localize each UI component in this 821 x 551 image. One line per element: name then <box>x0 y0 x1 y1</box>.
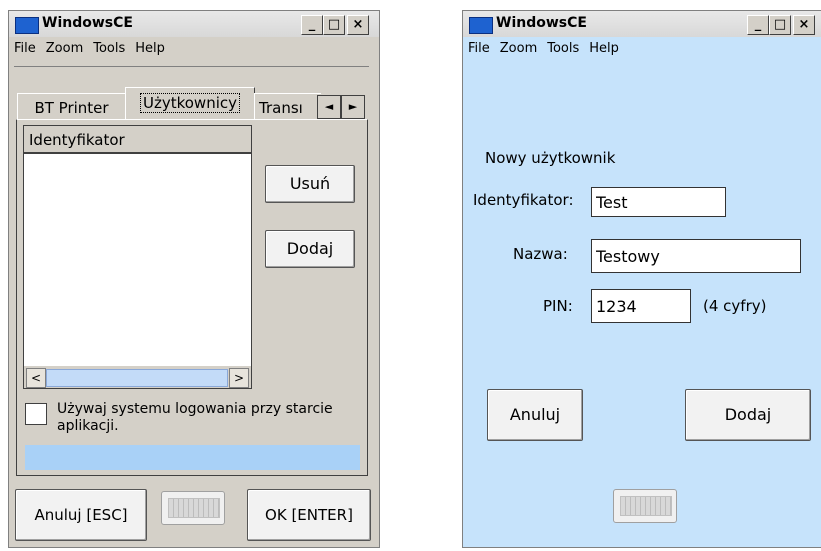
add-button[interactable]: Dodaj <box>265 230 355 268</box>
scroll-right-icon[interactable]: > <box>229 368 249 388</box>
window-title: WindowsCE <box>42 15 133 31</box>
tab-uzytkownicy-label: Użytkownicy <box>139 93 240 113</box>
pin-input[interactable] <box>591 289 691 323</box>
scroll-left-icon[interactable]: < <box>26 368 46 388</box>
cancel-button[interactable]: Anuluj <box>487 389 583 441</box>
tab-page: Identyfikator < > Usuń Dodaj Używaj syst… <box>16 119 368 476</box>
menu-bar: File Zoom Tools Help <box>9 37 379 63</box>
tab-scroll-left-button[interactable]: ◄ <box>317 95 341 119</box>
menu-zoom[interactable]: Zoom <box>495 37 542 56</box>
tab-scroll-right-button[interactable]: ► <box>341 95 365 119</box>
user-list[interactable]: Identyfikator < > <box>23 125 252 389</box>
keyboard-icon[interactable] <box>613 489 677 523</box>
keyboard-icon[interactable] <box>161 491 225 525</box>
window-icon <box>469 17 493 34</box>
minimize-button[interactable]: _ <box>747 15 769 35</box>
tab-uzytkownicy[interactable]: Użytkownicy <box>125 87 255 121</box>
pin-label: PIN: <box>543 297 573 315</box>
add-button[interactable]: Dodaj <box>685 389 811 441</box>
cancel-esc-button[interactable]: Anuluj [ESC] <box>15 489 147 541</box>
form-heading: Nowy użytkownik <box>485 149 616 167</box>
tab-bt-printer[interactable]: BT Printer <box>17 93 126 122</box>
menu-help[interactable]: Help <box>130 37 170 56</box>
identyfikator-input[interactable] <box>591 187 726 217</box>
identyfikator-label: Identyfikator: <box>473 191 574 209</box>
left-window: WindowsCE _ □ × File Zoom Tools Help BT Pri… <box>8 10 380 548</box>
close-button[interactable]: × <box>793 15 815 35</box>
window-title: WindowsCE <box>496 15 587 31</box>
menu-file[interactable]: File <box>463 37 495 56</box>
right-window: WindowsCE _ □ × File Zoom Tools Help Nowy u… <box>462 10 821 548</box>
menu-help[interactable]: Help <box>584 37 624 56</box>
maximize-button[interactable]: □ <box>323 15 345 35</box>
login-checkbox-label: Używaj systemu logowania przy starcie ap… <box>57 401 333 434</box>
status-strip <box>25 445 360 470</box>
minimize-button[interactable]: _ <box>301 15 323 35</box>
horizontal-scrollbar[interactable]: < > <box>24 366 251 388</box>
column-header-identyfikator[interactable]: Identyfikator <box>24 126 251 154</box>
pin-hint: (4 cyfry) <box>703 297 767 315</box>
scroll-thumb[interactable] <box>46 369 228 387</box>
menu-tools[interactable]: Tools <box>542 37 584 56</box>
menu-file[interactable]: File <box>9 37 41 56</box>
maximize-button[interactable]: □ <box>769 15 791 35</box>
menu-bar: File Zoom Tools Help <box>463 37 821 63</box>
nazwa-label: Nazwa: <box>513 245 568 263</box>
remove-button[interactable]: Usuń <box>265 165 355 203</box>
title-bar: WindowsCE _ □ × <box>463 11 821 37</box>
menu-tools[interactable]: Tools <box>88 37 130 56</box>
login-checkbox[interactable] <box>25 403 47 425</box>
title-bar: WindowsCE _ □ × <box>9 11 379 37</box>
window-icon <box>15 17 39 34</box>
ok-enter-button[interactable]: OK [ENTER] <box>247 489 371 541</box>
nazwa-input[interactable] <box>591 239 801 273</box>
close-button[interactable]: × <box>347 15 369 35</box>
menu-zoom[interactable]: Zoom <box>41 37 88 56</box>
